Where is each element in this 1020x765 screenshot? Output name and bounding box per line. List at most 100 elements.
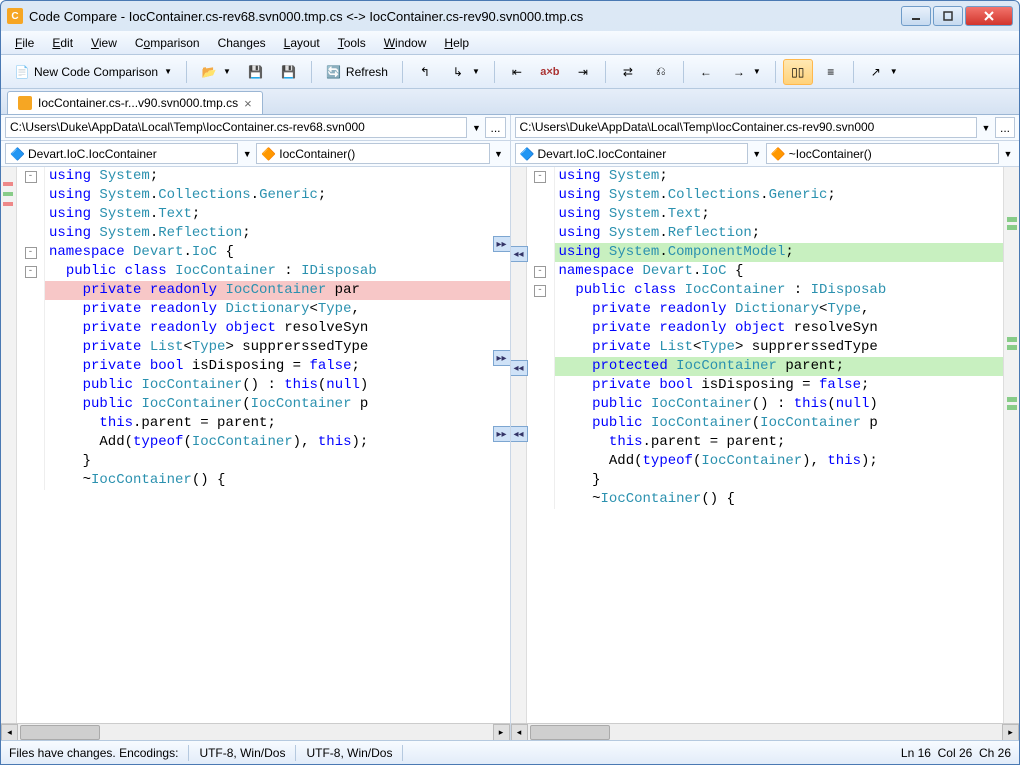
scroll-left-icon[interactable]: ◂	[1, 724, 18, 741]
code-line[interactable]: private List<Type> supprerssedType	[527, 338, 1020, 357]
code-line[interactable]: - public class IocContainer : IDisposab	[527, 281, 1020, 300]
code-line[interactable]: private readonly Dictionary<Type,	[17, 300, 510, 319]
menu-tools[interactable]: Tools	[330, 33, 374, 53]
menu-view[interactable]: View	[83, 33, 125, 53]
inline-view-button[interactable]: ≡	[816, 59, 846, 85]
open-button[interactable]: 📂▼	[194, 59, 238, 85]
menu-edit[interactable]: Edit	[44, 33, 81, 53]
prev-diff-button[interactable]: ↰	[410, 59, 440, 85]
tab-close-button[interactable]: ×	[244, 96, 252, 111]
code-line[interactable]: -namespace Devart.IoC {	[17, 243, 510, 262]
code-line[interactable]: private readonly object resolveSyn	[17, 319, 510, 338]
right-class-combo[interactable]: 🔷 Devart.IoC.IocContainer	[515, 143, 748, 164]
path-dropdown-icon[interactable]: ▼	[469, 123, 483, 133]
code-line[interactable]: private bool isDisposing = false;	[527, 376, 1020, 395]
menu-changes[interactable]: Changes	[210, 33, 274, 53]
document-tab[interactable]: IocContainer.cs-r...v90.svn000.tmp.cs ×	[7, 91, 263, 114]
code-line[interactable]: -using System;	[527, 167, 1020, 186]
dropdown-icon[interactable]: ▼	[240, 149, 254, 159]
code-line[interactable]: using System.Text;	[17, 205, 510, 224]
code-line[interactable]: private bool isDisposing = false;	[17, 357, 510, 376]
back-button[interactable]: ←	[691, 59, 721, 85]
dropdown-icon[interactable]: ▼	[750, 149, 764, 159]
dropdown-icon[interactable]: ▼	[1001, 149, 1015, 159]
save-all-button[interactable]: 💾	[274, 59, 304, 85]
diff-merge-left-icon[interactable]: ◂◂	[511, 246, 528, 262]
scroll-right-icon[interactable]: ▸	[1002, 724, 1019, 741]
code-line[interactable]: using System.Collections.Generic;	[17, 186, 510, 205]
code-line[interactable]: this.parent = parent;	[527, 433, 1020, 452]
minimize-button[interactable]	[901, 6, 931, 26]
code-line[interactable]: using System.Reflection;	[527, 224, 1020, 243]
open-external-button[interactable]: ↗▼	[861, 59, 905, 85]
code-line[interactable]: }	[527, 471, 1020, 490]
code-line[interactable]: -namespace Devart.IoC {	[527, 262, 1020, 281]
code-line[interactable]: using System.Reflection;	[17, 224, 510, 243]
code-line[interactable]: private readonly IocContainer par	[17, 281, 510, 300]
menu-help[interactable]: Help	[436, 33, 477, 53]
menu-comparison[interactable]: Comparison	[127, 33, 208, 53]
code-line[interactable]: using System.Collections.Generic;	[527, 186, 1020, 205]
dropdown-icon[interactable]: ▼	[492, 149, 506, 159]
diff-merge-right-icon[interactable]: ▸▸	[493, 350, 510, 366]
code-line[interactable]: private readonly Dictionary<Type,	[527, 300, 1020, 319]
menu-file[interactable]: File	[7, 33, 42, 53]
code-line[interactable]: protected IocContainer parent;	[527, 357, 1020, 376]
diff-merge-right-icon[interactable]: ▸▸	[493, 236, 510, 252]
right-path-input[interactable]: C:\Users\Duke\AppData\Local\Temp\IocCont…	[515, 117, 977, 138]
left-method-combo[interactable]: 🔶 IocContainer()	[256, 143, 489, 164]
right-h-scrollbar[interactable]: ◂ ▸	[511, 723, 1020, 740]
code-line[interactable]: private readonly object resolveSyn	[527, 319, 1020, 338]
code-line[interactable]: ~IocContainer() {	[17, 471, 510, 490]
maximize-button[interactable]	[933, 6, 963, 26]
left-h-scrollbar[interactable]: ◂ ▸	[1, 723, 510, 740]
merge-button[interactable]: ⎌	[646, 59, 676, 85]
save-button[interactable]: 💾	[241, 59, 271, 85]
diff-merge-right-icon[interactable]: ▸▸	[493, 426, 510, 442]
left-class-combo[interactable]: 🔷 Devart.IoC.IocContainer	[5, 143, 238, 164]
code-line[interactable]: - public class IocContainer : IDisposab	[17, 262, 510, 281]
code-line[interactable]: public IocContainer(IocContainer p	[17, 395, 510, 414]
code-line[interactable]: using System.ComponentModel;	[527, 243, 1020, 262]
close-button[interactable]	[965, 6, 1013, 26]
code-line[interactable]: private List<Type> supprerssedType	[17, 338, 510, 357]
menu-layout[interactable]: Layout	[276, 33, 328, 53]
left-editor[interactable]: -using System;using System.Collections.G…	[17, 167, 510, 723]
code-line[interactable]: public IocContainer(IocContainer p	[527, 414, 1020, 433]
code-line[interactable]: using System.Text;	[527, 205, 1020, 224]
copy-right-button[interactable]: ⇥	[568, 59, 598, 85]
code-line[interactable]: Add(typeof(IocContainer), this);	[527, 452, 1020, 471]
right-editor[interactable]: -using System;using System.Collections.G…	[527, 167, 1020, 723]
forward-button[interactable]: →▼	[724, 59, 768, 85]
right-overview-ruler[interactable]	[1003, 167, 1019, 723]
left-path-input[interactable]: C:\Users\Duke\AppData\Local\Temp\IocCont…	[5, 117, 467, 138]
code-line[interactable]: public IocContainer() : this(null)	[527, 395, 1020, 414]
next-diff-button[interactable]: ↳▼	[443, 59, 487, 85]
titlebar[interactable]: C Code Compare - IocContainer.cs-rev68.s…	[1, 1, 1019, 31]
copy-left-button[interactable]: ⇤	[502, 59, 532, 85]
code-line[interactable]: public IocContainer() : this(null)	[17, 376, 510, 395]
right-method-combo[interactable]: 🔶 ~IocContainer()	[766, 143, 999, 164]
side-by-side-button[interactable]: ▯▯	[783, 59, 813, 85]
refresh-button[interactable]: 🔄 Refresh	[319, 59, 395, 85]
toolbar: 📄 New Code Comparison ▼ 📂▼ 💾 💾 🔄 Refresh…	[1, 55, 1019, 89]
swap-icon: ⇄	[620, 64, 636, 80]
diff-merge-left-icon[interactable]: ◂◂	[511, 426, 528, 442]
new-compare-button[interactable]: 📄 New Code Comparison ▼	[7, 59, 179, 85]
diff-merge-left-icon[interactable]: ◂◂	[511, 360, 528, 376]
left-pane: C:\Users\Duke\AppData\Local\Temp\IocCont…	[1, 115, 511, 740]
scroll-left-icon[interactable]: ◂	[511, 724, 528, 741]
swap-button[interactable]: ⇄	[613, 59, 643, 85]
code-line[interactable]: -using System;	[17, 167, 510, 186]
left-browse-button[interactable]: ...	[485, 117, 505, 138]
left-editor-wrap: -using System;using System.Collections.G…	[1, 167, 510, 723]
scroll-right-icon[interactable]: ▸	[493, 724, 510, 741]
code-line[interactable]: ~IocContainer() {	[527, 490, 1020, 509]
code-line[interactable]: }	[17, 452, 510, 471]
menu-window[interactable]: Window	[376, 33, 435, 53]
code-line[interactable]: Add(typeof(IocContainer), this);	[17, 433, 510, 452]
code-line[interactable]: this.parent = parent;	[17, 414, 510, 433]
path-dropdown-icon[interactable]: ▼	[979, 123, 993, 133]
word-diff-button[interactable]: a×b	[535, 59, 565, 85]
right-browse-button[interactable]: ...	[995, 117, 1015, 138]
